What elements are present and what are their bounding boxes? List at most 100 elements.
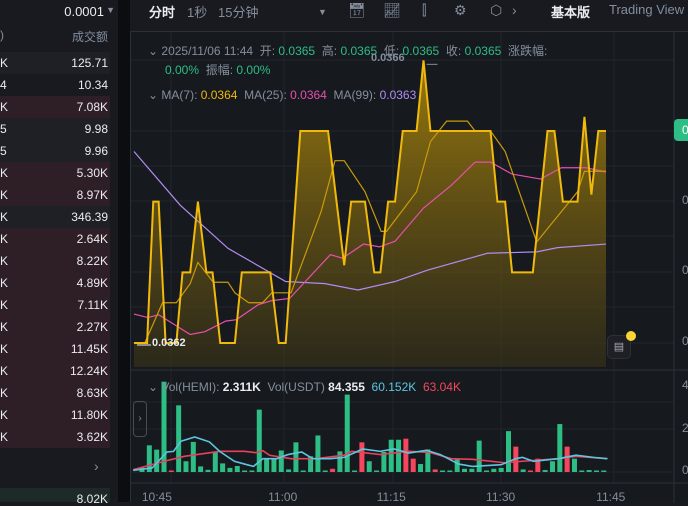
chevron-right-icon[interactable]: ›	[512, 2, 517, 18]
news-icon: ▤	[613, 341, 625, 353]
chart-canvas	[131, 32, 688, 503]
amount: 8.97K	[76, 188, 108, 202]
open-value: 0.0365	[278, 44, 316, 58]
amount: 8.02K	[76, 492, 108, 506]
list-item: K 3.62K	[0, 426, 110, 448]
ma7-label: MA(7):	[161, 88, 198, 102]
amount: 3.62K	[76, 430, 108, 444]
line-chart-icon[interactable]: 📈︎	[383, 2, 401, 19]
volume-bar	[330, 468, 336, 472]
amount: 2.64K	[76, 232, 108, 246]
vol-ma1-value: 60.152K	[371, 380, 417, 394]
tab-basic[interactable]: 基本版	[551, 2, 590, 21]
volume-bar	[440, 470, 446, 472]
vol-axis-label: 0	[682, 463, 688, 477]
volume-bar	[469, 468, 475, 472]
amount: 12.24K	[69, 364, 108, 378]
volume-bar	[491, 468, 497, 472]
volume-bar	[527, 470, 533, 472]
collapse-icon[interactable]: ⌄	[148, 88, 158, 102]
volume-bar	[388, 439, 394, 472]
price: K	[0, 276, 9, 290]
price: K	[0, 298, 9, 312]
volume-bar	[168, 470, 174, 472]
last-price-badge: 0	[674, 119, 688, 141]
amplitude-value: 0.00%	[236, 63, 271, 77]
volume-bar	[322, 470, 328, 472]
calendar-icon[interactable]: 📅︎	[348, 2, 366, 19]
list-item: K 8.63K	[0, 382, 110, 404]
list-item: 5 9.96	[0, 140, 110, 162]
volume-bar	[205, 469, 211, 472]
ma7-value: 0.0364	[200, 88, 238, 102]
low-value: 0.0365	[402, 44, 440, 58]
price: K	[0, 56, 9, 70]
volume-bar	[198, 466, 204, 472]
candlestick-icon[interactable]: ⫿	[422, 2, 426, 19]
tab-time[interactable]: 分时	[149, 2, 175, 21]
ohlc-legend-line2: 0.00% 振幅: 0.00%	[165, 61, 270, 78]
list-item: K 346.39	[0, 206, 110, 228]
volume-bar	[234, 465, 240, 472]
list-item: 4 10.34	[0, 74, 110, 96]
volume-bar	[484, 470, 490, 472]
amount: 9.96	[84, 144, 108, 158]
more-chevron-icon[interactable]: ›	[94, 458, 99, 474]
volume-bar	[176, 405, 182, 472]
tab-1s[interactable]: 1秒	[187, 2, 207, 21]
tab-tradingview[interactable]: Trading View	[609, 2, 684, 17]
chevron-right-icon: ›	[138, 413, 142, 424]
price: K	[0, 188, 9, 202]
col-header-amount: 成交额	[71, 30, 108, 44]
amount: 346.39	[71, 210, 108, 224]
volume-bar	[579, 470, 585, 472]
list-item: K 11.80K	[0, 404, 110, 426]
price-axis-label: 0	[682, 334, 688, 348]
list-item: K 8.22K	[0, 250, 110, 272]
list-item: K 8.97K	[0, 184, 110, 206]
ma99-value: 0.0363	[379, 88, 417, 102]
interval-dropdown-icon[interactable]: ▼	[318, 7, 327, 17]
volume-bar	[601, 470, 607, 472]
indicator-settings-icon[interactable]: ⚙	[454, 2, 467, 19]
volume-bar	[264, 458, 270, 472]
expand-panel-button[interactable]: ›	[133, 401, 147, 437]
ma-legend: ⌄ MA(7): 0.0364 MA(25): 0.0364 MA(99): 0…	[148, 88, 416, 102]
vol-usdt-value: 84.355	[328, 380, 365, 394]
list-item: K 4.89K	[0, 272, 110, 294]
col-header-left: )	[0, 28, 4, 42]
amplitude-label: 振幅:	[205, 63, 234, 77]
volume-bar	[476, 440, 482, 472]
caret-down-icon: ▼	[106, 5, 115, 15]
change-label: 涨跌幅:	[507, 44, 548, 58]
volume-bar	[190, 441, 196, 472]
volume-bar	[506, 431, 511, 472]
volume-bar	[586, 470, 592, 472]
volume-bar	[293, 442, 299, 472]
tab-15m[interactable]: 15分钟	[218, 2, 258, 21]
volume-bar	[271, 458, 277, 472]
amount: 11.80K	[70, 408, 108, 422]
price: K	[0, 100, 9, 114]
volume-bar	[447, 470, 453, 472]
list-item: K 7.08K	[0, 96, 110, 118]
amount: 2.27K	[76, 320, 108, 334]
volume-bar	[454, 458, 460, 472]
tick-size-select[interactable]: 0.0001 ▼	[0, 0, 118, 24]
amount: 8.22K	[76, 254, 108, 268]
collapse-icon[interactable]: ⌄	[148, 380, 158, 394]
panel-divider	[118, 0, 130, 502]
volume-bar	[403, 438, 409, 472]
vol-label: Vol(HEMI):	[161, 380, 220, 394]
collapse-icon[interactable]: ⌄	[148, 44, 158, 58]
volume-bar	[593, 470, 599, 472]
hexagon-icon[interactable]: ⬡	[490, 2, 502, 19]
price: K	[0, 320, 9, 334]
close-label: 收:	[445, 44, 462, 58]
volume-bar	[242, 470, 248, 472]
volume-bar	[286, 469, 292, 472]
amount: 11.45K	[70, 342, 108, 356]
list-item: K 12.24K	[0, 360, 110, 382]
list-item: K 2.64K	[0, 228, 110, 250]
volume-bar	[557, 424, 563, 472]
